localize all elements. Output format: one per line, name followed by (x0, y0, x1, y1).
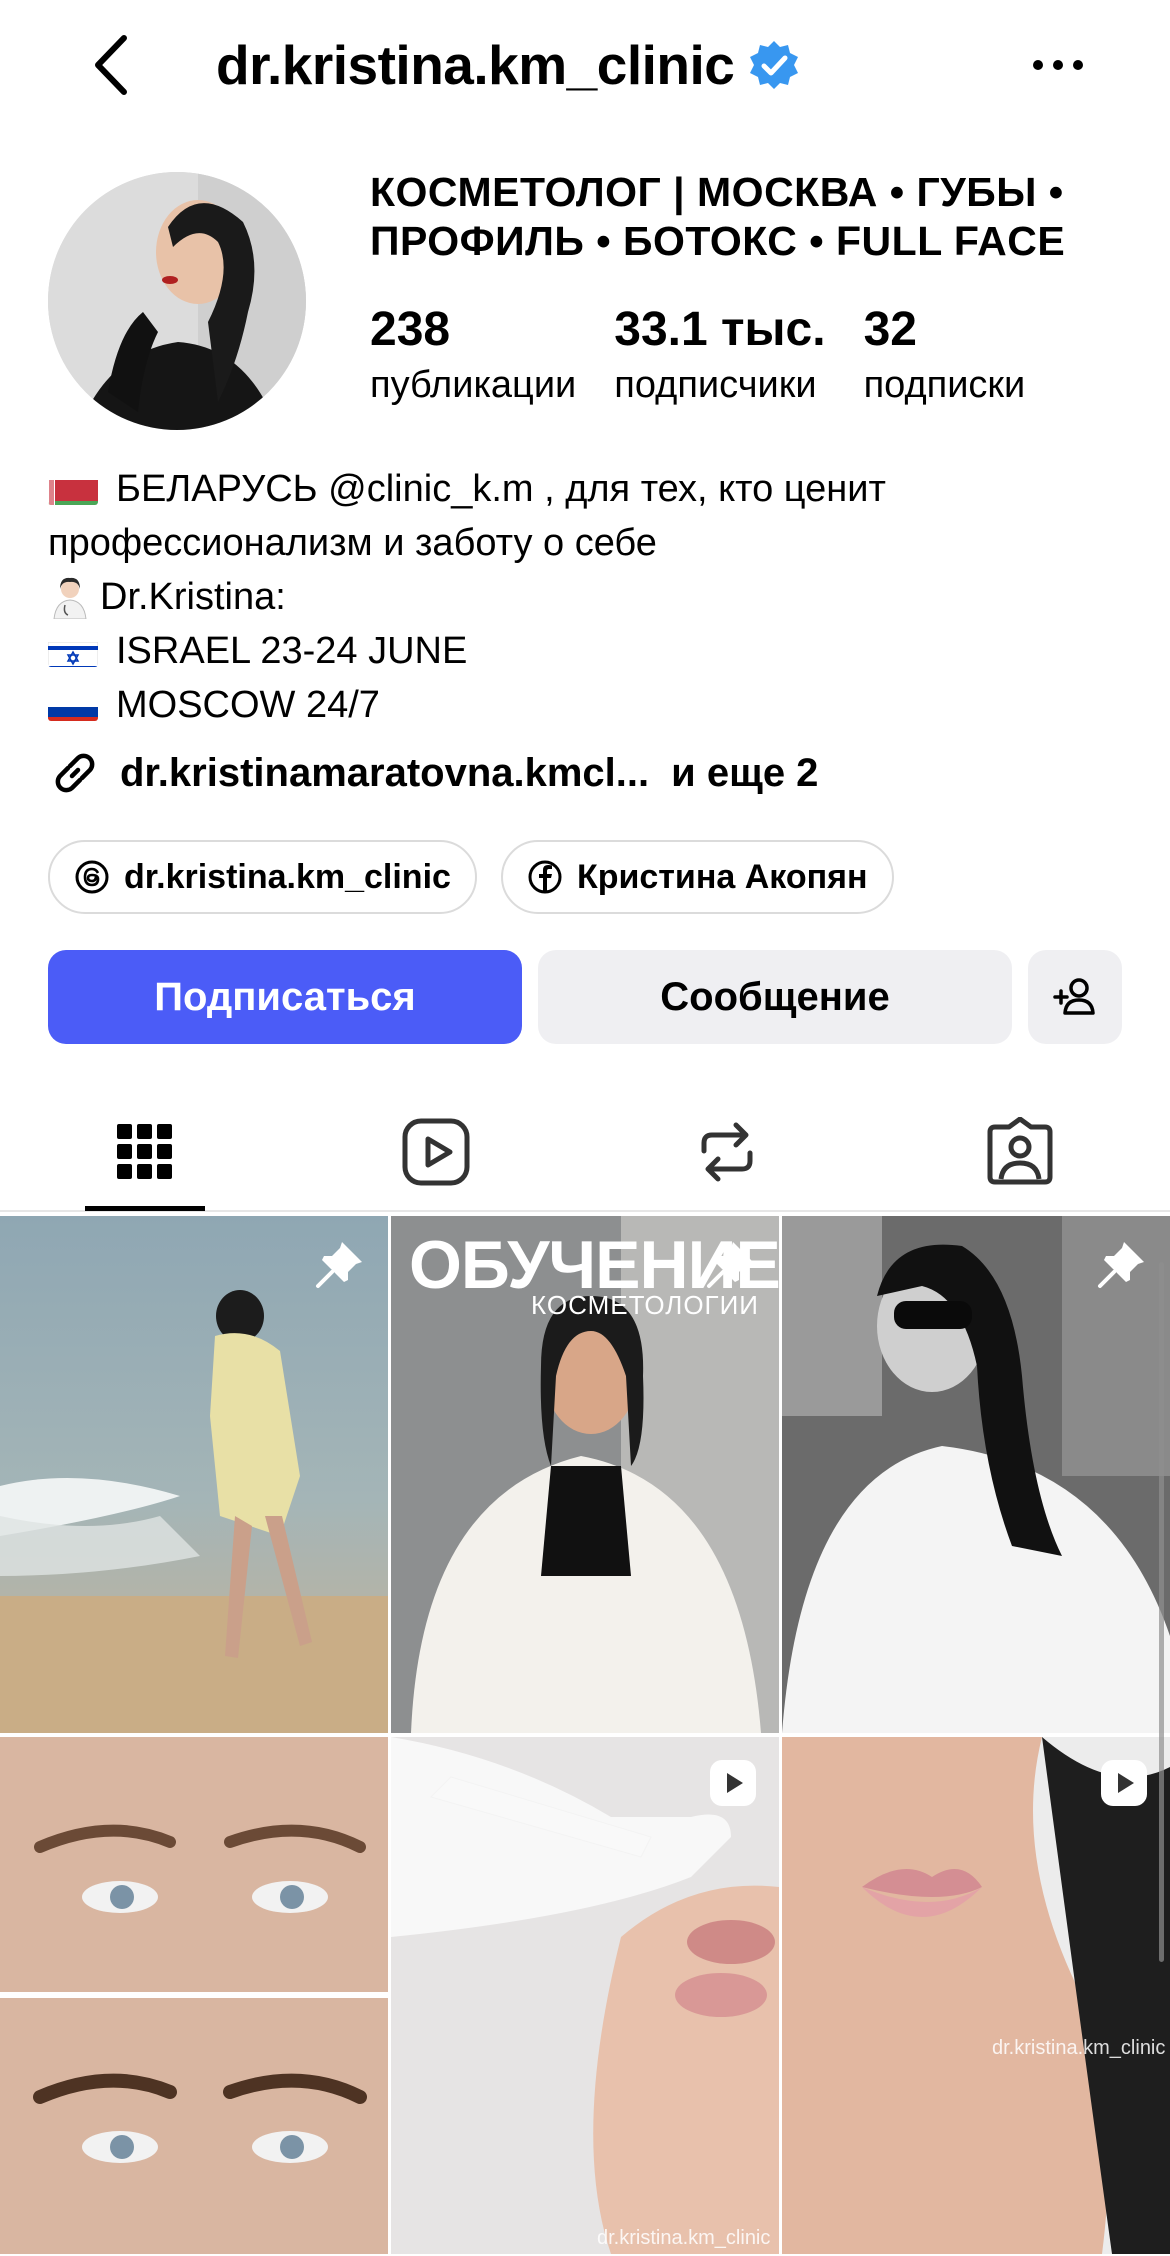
more-options-icon[interactable] (1030, 42, 1086, 88)
stat-posts-label: публикации (370, 364, 577, 406)
post-tile-5[interactable]: dr.kristina.km_clinic (391, 1737, 779, 2254)
reel-indicator-icon (710, 1760, 756, 1806)
tagged-icon (987, 1117, 1053, 1185)
reel-indicator-icon (1101, 1760, 1147, 1806)
bio-text-2: профессионализм и заботу о себе (48, 522, 657, 564)
tab-reposts[interactable] (687, 1112, 767, 1192)
bio-line-5: MOSCOW 24/7 (48, 678, 1128, 732)
bio-text-5: MOSCOW 24/7 (116, 684, 380, 726)
add-person-button[interactable] (1028, 950, 1122, 1044)
profile-tabs (0, 1090, 1170, 1212)
profile-chips: dr.kristina.km_clinic Кристина Акопян (48, 840, 918, 914)
pinned-icon (1098, 1242, 1144, 1288)
stat-followers-value: 33.1 тыс. (614, 303, 826, 356)
bio-line-1: БЕЛАРУСЬ @clinic_k.m , для тех, кто цени… (48, 462, 1128, 516)
stat-posts[interactable]: 238 публикации (370, 300, 576, 410)
post-overlay-subtitle: КОСМЕТОЛОГИИ (531, 1290, 759, 1320)
bio-text-1: БЕЛАРУСЬ @clinic_k.m , для тех, кто цени… (116, 468, 886, 510)
link-text[interactable]: dr.kristinamaratovna.kmcl... (120, 751, 649, 796)
post-image-injection (391, 1737, 779, 2254)
post-image-brows (0, 1737, 388, 2254)
back-icon[interactable] (88, 30, 138, 100)
profile-bio: БЕЛАРУСЬ @clinic_k.m , для тех, кто цени… (48, 462, 1128, 732)
facebook-icon (528, 860, 562, 894)
link-icon (55, 753, 95, 793)
russia-flag-icon (48, 689, 98, 721)
follow-button[interactable]: Подписаться (48, 950, 522, 1044)
belarus-flag-icon (48, 473, 98, 505)
message-button[interactable]: Сообщение (538, 950, 1012, 1044)
bio-text-4: ISRAEL 23-24 JUNE (116, 630, 468, 672)
bio-text-3: Dr.Kristina: (100, 576, 286, 618)
pinned-icon (707, 1242, 753, 1288)
tab-reels[interactable] (396, 1112, 476, 1192)
username-title-group: dr.kristina.km_clinic (216, 30, 800, 100)
doctor-emoji-icon (48, 575, 92, 620)
stat-following-value: 32 (863, 303, 917, 356)
profile-category: КОСМЕТОЛОГ | МОСКВА • ГУБЫ • ПРОФИЛЬ • Б… (370, 169, 1066, 264)
reposts-icon (701, 1122, 753, 1182)
add-person-icon (1053, 978, 1095, 1015)
post-image-portrait-bw (782, 1216, 1170, 1733)
threads-chip-label: dr.kristina.km_clinic (124, 857, 451, 896)
post-image-beach (0, 1216, 388, 1733)
post-image-lips (782, 1737, 1170, 2254)
post-tile-2[interactable]: ОБУЧЕНИЕ КОСМЕТОЛОГИИ (391, 1216, 779, 1733)
post-tile-6[interactable]: dr.kristina.km_clinic (782, 1737, 1170, 2254)
stat-posts-value: 238 (370, 303, 451, 356)
tab-tagged[interactable] (980, 1112, 1060, 1192)
stat-followers-label: подписчики (614, 364, 817, 406)
threads-icon (75, 860, 109, 894)
link-more[interactable]: и еще 2 (671, 751, 818, 796)
post-watermark: dr.kristina.km_clinic (992, 2037, 1166, 2059)
posts-grid: ОБУЧЕНИЕ КОСМЕТОЛОГИИ dr.kristina.km_cli… (0, 1216, 1170, 2256)
bio-line-3: Dr.Kristina: (48, 570, 1128, 624)
pinned-icon (316, 1242, 362, 1288)
post-tile-1[interactable] (0, 1216, 388, 1733)
facebook-chip-label: Кристина Акопян (576, 857, 868, 896)
facebook-chip[interactable]: Кристина Акопян (500, 840, 894, 914)
stat-following[interactable]: 32 подписки (864, 300, 1026, 410)
tab-grid[interactable] (105, 1112, 185, 1192)
profile-actions: Подписаться Сообщение (48, 950, 1122, 1044)
grid-icon (117, 1124, 172, 1179)
bio-line-4: ISRAEL 23-24 JUNE (48, 624, 1128, 678)
threads-chip[interactable]: dr.kristina.km_clinic (48, 840, 477, 914)
active-tab-indicator (85, 1206, 205, 1211)
profile-header: dr.kristina.km_clinic (0, 0, 1170, 130)
stat-followers[interactable]: 33.1 тыс. подписчики (614, 300, 825, 410)
post-tile-3[interactable] (782, 1216, 1170, 1733)
bio-line-2: профессионализм и заботу о себе (48, 516, 1128, 570)
profile-stats: 238 публикации 33.1 тыс. подписчики 32 п… (370, 300, 1063, 410)
scrollbar[interactable] (1159, 1262, 1164, 1962)
post-tile-4[interactable] (0, 1737, 388, 2254)
stat-following-label: подписки (863, 364, 1026, 406)
israel-flag-icon (48, 635, 98, 667)
verified-badge-icon (750, 41, 799, 89)
profile-link[interactable]: dr.kristinamaratovna.kmcl... и еще 2 (48, 746, 818, 800)
reels-icon (402, 1118, 470, 1186)
post-watermark: dr.kristina.km_clinic (597, 2227, 771, 2249)
profile-avatar[interactable] (48, 172, 306, 430)
username-title: dr.kristina.km_clinic (216, 34, 735, 96)
